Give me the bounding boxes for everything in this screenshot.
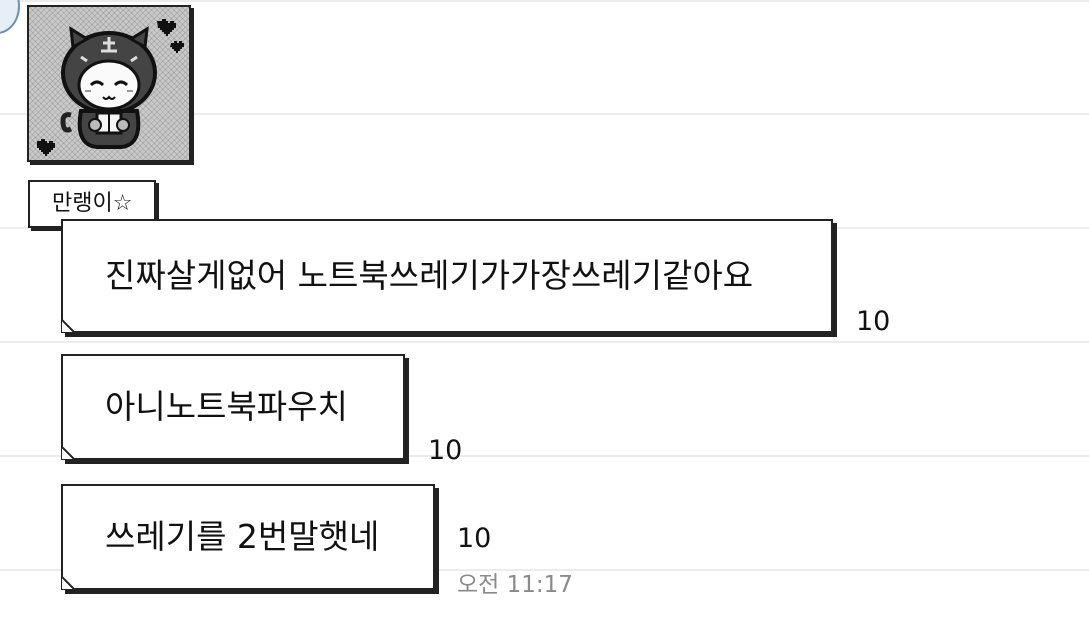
- message-bubble[interactable]: 쓰레기를 2번말햇네: [61, 484, 435, 590]
- unread-count: 10: [428, 435, 463, 466]
- profile-picture[interactable]: [27, 5, 191, 162]
- message-timestamp: 오전 11:17: [457, 572, 573, 598]
- message-text: 아니노트북파우치: [105, 387, 348, 426]
- message-bubble[interactable]: 진짜살게없어 노트북쓰레기가가장쓰레기같아요: [61, 219, 833, 333]
- unread-count: 10: [856, 306, 891, 337]
- pixel-character-image: [37, 19, 184, 156]
- message-bubble[interactable]: 아니노트북파우치: [61, 354, 405, 460]
- unread-count: 10: [457, 523, 492, 554]
- message-text: 진짜살게없어 노트북쓰레기가가장쓰레기같아요: [105, 256, 754, 295]
- message-text: 쓰레기를 2번말햇네: [105, 517, 380, 556]
- bubble-fold-corner: [61, 446, 75, 460]
- heart-icon: [37, 139, 55, 156]
- bubble-fold-corner: [61, 319, 75, 333]
- ruled-line: [0, 341, 1089, 343]
- ruled-line: [0, 0, 1089, 2]
- heart-icon: [170, 41, 184, 53]
- bubble-fold-corner: [61, 576, 75, 590]
- partial-avatar[interactable]: [0, 0, 20, 34]
- heart-icon: [157, 19, 176, 36]
